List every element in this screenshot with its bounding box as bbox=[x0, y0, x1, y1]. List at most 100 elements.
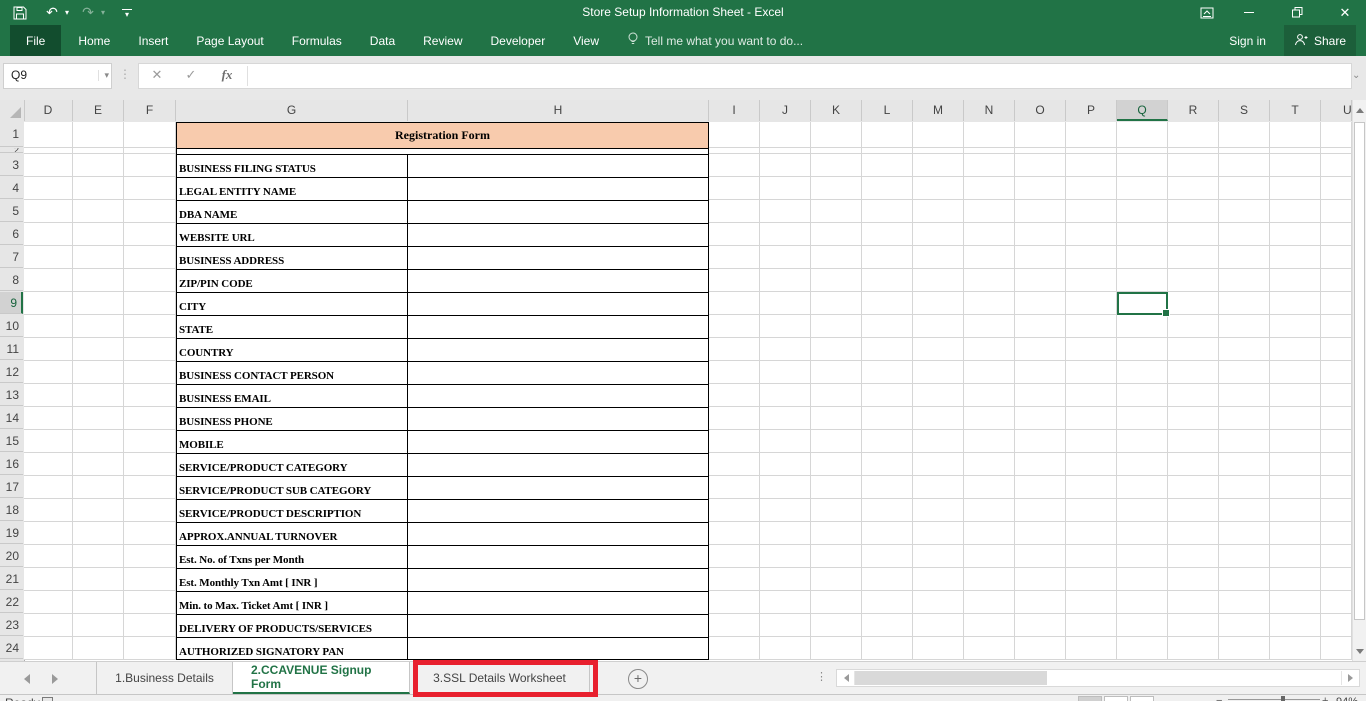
form-label-cell[interactable]: BUSINESS EMAIL bbox=[177, 385, 408, 407]
row-header-10[interactable]: 10 bbox=[0, 315, 23, 337]
row-header-8[interactable]: 8 bbox=[0, 269, 23, 291]
sheet-tab-ccavenue-signup-form[interactable]: 2.CCAVENUE Signup Form bbox=[233, 662, 410, 694]
row-header-13[interactable]: 13 bbox=[0, 384, 23, 406]
column-header-R[interactable]: R bbox=[1168, 100, 1219, 121]
new-sheet-button[interactable]: + bbox=[628, 669, 648, 689]
zoom-level[interactable]: 94% bbox=[1336, 696, 1358, 701]
column-header-O[interactable]: O bbox=[1015, 100, 1066, 121]
row-header-23[interactable]: 23 bbox=[0, 614, 23, 636]
form-label-cell[interactable]: BUSINESS ADDRESS bbox=[177, 247, 408, 269]
row-header-5[interactable]: 5 bbox=[0, 200, 23, 222]
form-label-cell[interactable]: CITY bbox=[177, 293, 408, 315]
form-value-cell[interactable] bbox=[408, 477, 708, 499]
scroll-left-icon[interactable] bbox=[838, 671, 855, 685]
scroll-right-icon[interactable] bbox=[1341, 671, 1358, 685]
scroll-up-icon[interactable] bbox=[1353, 102, 1366, 118]
row-header-18[interactable]: 18 bbox=[0, 499, 23, 521]
row-header-19[interactable]: 19 bbox=[0, 522, 23, 544]
enter-icon[interactable]: ✓ bbox=[179, 64, 203, 86]
form-label-cell[interactable]: APPROX.ANNUAL TURNOVER bbox=[177, 523, 408, 545]
row-header-16[interactable]: 16 bbox=[0, 453, 23, 475]
form-label-cell[interactable]: Est. No. of Txns per Month bbox=[177, 546, 408, 568]
form-value-cell[interactable] bbox=[408, 500, 708, 522]
ribbon-display-options-icon[interactable] bbox=[1192, 0, 1222, 25]
tab-review[interactable]: Review bbox=[412, 25, 473, 56]
column-header-U[interactable]: U bbox=[1321, 100, 1352, 121]
column-header-S[interactable]: S bbox=[1219, 100, 1270, 121]
horizontal-scroll-thumb[interactable] bbox=[855, 671, 1047, 685]
cancel-icon[interactable]: ✕ bbox=[145, 64, 169, 86]
form-label-cell[interactable]: BUSINESS CONTACT PERSON bbox=[177, 362, 408, 384]
form-label-cell[interactable]: DELIVERY OF PRODUCTS/SERVICES bbox=[177, 615, 408, 637]
column-header-L[interactable]: L bbox=[862, 100, 913, 121]
row-header-11[interactable]: 11 bbox=[0, 338, 23, 360]
row-header-15[interactable]: 15 bbox=[0, 430, 23, 452]
form-label-cell[interactable]: AUTHORIZED SIGNATORY PAN bbox=[177, 638, 408, 660]
form-label-cell[interactable]: MOBILE bbox=[177, 431, 408, 453]
form-value-cell[interactable] bbox=[408, 408, 708, 430]
column-header-D[interactable]: D bbox=[24, 100, 73, 121]
sheet-tab-business-details[interactable]: 1.Business Details bbox=[96, 662, 233, 694]
form-value-cell[interactable] bbox=[408, 638, 708, 660]
tell-me-box[interactable]: Tell me what you want to do... bbox=[627, 25, 803, 56]
form-label-cell[interactable]: LEGAL ENTITY NAME bbox=[177, 178, 408, 200]
minimize-button[interactable] bbox=[1234, 0, 1264, 25]
form-value-cell[interactable] bbox=[408, 178, 708, 200]
form-title-cell[interactable]: Registration Form bbox=[177, 123, 708, 149]
form-value-cell[interactable] bbox=[408, 362, 708, 384]
form-value-cell[interactable] bbox=[408, 270, 708, 292]
row-header-12[interactable]: 12 bbox=[0, 361, 23, 383]
form-value-cell[interactable] bbox=[408, 592, 708, 614]
form-label-cell[interactable]: SERVICE/PRODUCT DESCRIPTION bbox=[177, 500, 408, 522]
horizontal-scrollbar[interactable] bbox=[836, 669, 1360, 687]
name-box[interactable]: Q9 ▾ bbox=[3, 63, 112, 89]
tab-file[interactable]: File bbox=[10, 25, 61, 56]
form-label-cell[interactable]: BUSINESS PHONE bbox=[177, 408, 408, 430]
form-value-cell[interactable] bbox=[408, 201, 708, 223]
tab-insert[interactable]: Insert bbox=[127, 25, 179, 56]
tab-data[interactable]: Data bbox=[359, 25, 406, 56]
formula-bar-drag-dots-icon[interactable]: ⋮ bbox=[119, 67, 131, 81]
row-header-24[interactable]: 24 bbox=[0, 637, 23, 659]
restore-button[interactable] bbox=[1282, 0, 1312, 25]
page-break-view-icon[interactable]: ▥ bbox=[1130, 696, 1154, 701]
column-header-E[interactable]: E bbox=[73, 100, 124, 121]
form-label-cell[interactable]: DBA NAME bbox=[177, 201, 408, 223]
row-header-14[interactable]: 14 bbox=[0, 407, 23, 429]
expand-formula-bar-icon[interactable]: ⌄ bbox=[1352, 70, 1360, 81]
column-header-Q[interactable]: Q bbox=[1117, 100, 1168, 121]
row-header-4[interactable]: 4 bbox=[0, 177, 23, 199]
form-label-cell[interactable]: ZIP/PIN CODE bbox=[177, 270, 408, 292]
column-header-K[interactable]: K bbox=[811, 100, 862, 121]
form-value-cell[interactable] bbox=[408, 431, 708, 453]
form-value-cell[interactable] bbox=[408, 155, 708, 177]
row-header-17[interactable]: 17 bbox=[0, 476, 23, 498]
tab-view[interactable]: View bbox=[562, 25, 610, 56]
form-label-cell[interactable]: SERVICE/PRODUCT SUB CATEGORY bbox=[177, 477, 408, 499]
form-value-cell[interactable] bbox=[408, 523, 708, 545]
column-header-H[interactable]: H bbox=[408, 100, 709, 121]
form-label-cell[interactable]: Min. to Max. Ticket Amt [ INR ] bbox=[177, 592, 408, 614]
column-header-M[interactable]: M bbox=[913, 100, 964, 121]
column-header-I[interactable]: I bbox=[709, 100, 760, 121]
form-value-cell[interactable] bbox=[408, 247, 708, 269]
row-header-9[interactable]: 9 bbox=[0, 292, 23, 314]
column-header-P[interactable]: P bbox=[1066, 100, 1117, 121]
vertical-scrollbar[interactable] bbox=[1352, 100, 1366, 661]
tabbar-drag-dots-icon[interactable]: ⋮ bbox=[816, 670, 827, 683]
row-header-1[interactable]: 1 bbox=[0, 122, 23, 147]
form-label-cell[interactable]: BUSINESS FILING STATUS bbox=[177, 155, 408, 177]
column-header-F[interactable]: F bbox=[124, 100, 176, 121]
zoom-slider-handle[interactable] bbox=[1281, 696, 1285, 701]
form-label-cell[interactable]: STATE bbox=[177, 316, 408, 338]
page-layout-view-icon[interactable]: ▤ bbox=[1104, 696, 1128, 701]
zoom-slider[interactable] bbox=[1228, 699, 1320, 700]
grid-body[interactable]: Registration Form BUSINESS FILING STATUSL… bbox=[24, 122, 1352, 660]
name-box-dropdown-icon[interactable]: ▾ bbox=[98, 70, 109, 81]
close-button[interactable]: ✕ bbox=[1330, 0, 1360, 25]
form-label-cell[interactable]: WEBSITE URL bbox=[177, 224, 408, 246]
sheet-nav-right-icon[interactable] bbox=[48, 672, 62, 686]
row-header-3[interactable]: 3 bbox=[0, 154, 23, 176]
select-all-button[interactable] bbox=[0, 100, 25, 121]
vertical-scroll-thumb[interactable] bbox=[1354, 122, 1365, 620]
